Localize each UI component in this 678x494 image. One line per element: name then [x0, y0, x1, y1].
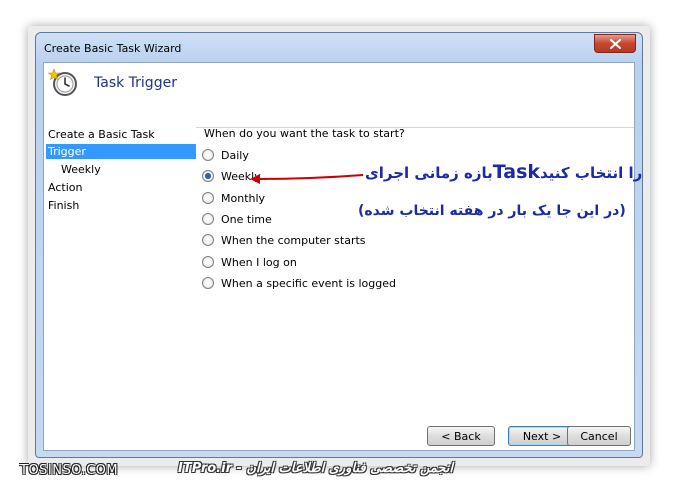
option-one-time-label: One time: [221, 212, 272, 226]
option-one-time[interactable]: One time: [202, 211, 272, 227]
trigger-question: When do you want the task to start?: [204, 127, 405, 140]
wizard-client-area: Task Trigger Create a Basic Task Trigger…: [43, 62, 635, 451]
radio-weekly[interactable]: [202, 170, 214, 182]
clock-icon: [48, 68, 77, 96]
radio-event-logged[interactable]: [202, 277, 214, 289]
nav-step-weekly[interactable]: Weekly: [61, 162, 101, 177]
radio-one-time[interactable]: [202, 213, 214, 225]
page-title: Task Trigger: [94, 75, 177, 91]
option-event-logged-label: When a specific event is logged: [221, 276, 396, 290]
close-icon: [609, 38, 621, 49]
annotation-line-1: را انتخاب کنیدTaskبازه زمانی اجرای: [365, 161, 642, 183]
annotation-line-2: (در این جا یک بار در هفته انتخاب شده): [358, 203, 626, 219]
option-log-on-label: When I log on: [221, 255, 297, 269]
option-log-on[interactable]: When I log on: [202, 254, 297, 270]
watermark-tosinso: TOSINSO.COM: [20, 463, 119, 478]
nav-step-action[interactable]: Action: [48, 180, 82, 195]
option-monthly[interactable]: Monthly: [202, 190, 265, 206]
nav-step-finish[interactable]: Finish: [48, 198, 79, 213]
option-computer-starts-label: When the computer starts: [221, 233, 366, 247]
option-daily[interactable]: Daily: [202, 147, 249, 163]
next-button[interactable]: Next >: [508, 426, 576, 446]
option-daily-label: Daily: [221, 148, 249, 162]
radio-daily[interactable]: [202, 149, 214, 161]
watermark-itpro: انجمن تخصصی فناوری اطلاعات ایران - ITPro…: [178, 461, 454, 476]
option-event-logged[interactable]: When a specific event is logged: [202, 275, 396, 291]
wizard-window: Create Basic Task Wizard Task Trigger Cr…: [35, 32, 643, 458]
back-button[interactable]: < Back: [427, 426, 495, 446]
option-computer-starts[interactable]: When the computer starts: [202, 232, 366, 248]
wizard-steps-nav: Create a Basic Task Trigger Weekly Actio…: [44, 127, 196, 450]
annotation-task-word: Task: [492, 161, 541, 183]
annotation-arrow: [250, 174, 364, 184]
radio-log-on[interactable]: [202, 256, 214, 268]
annotation-line-1-after: را انتخاب کنید: [540, 164, 643, 182]
wizard-header: Task Trigger: [44, 63, 634, 128]
annotation-line-1-before: بازه زمانی اجرای: [365, 164, 493, 182]
window-title: Create Basic Task Wizard: [44, 42, 182, 55]
radio-computer-starts[interactable]: [202, 234, 214, 246]
option-monthly-label: Monthly: [221, 191, 266, 205]
nav-step-trigger[interactable]: Trigger: [46, 144, 196, 159]
close-button[interactable]: [594, 34, 636, 53]
nav-step-create-basic-task[interactable]: Create a Basic Task: [48, 127, 155, 142]
radio-monthly[interactable]: [202, 192, 214, 204]
cancel-button[interactable]: Cancel: [567, 426, 631, 446]
